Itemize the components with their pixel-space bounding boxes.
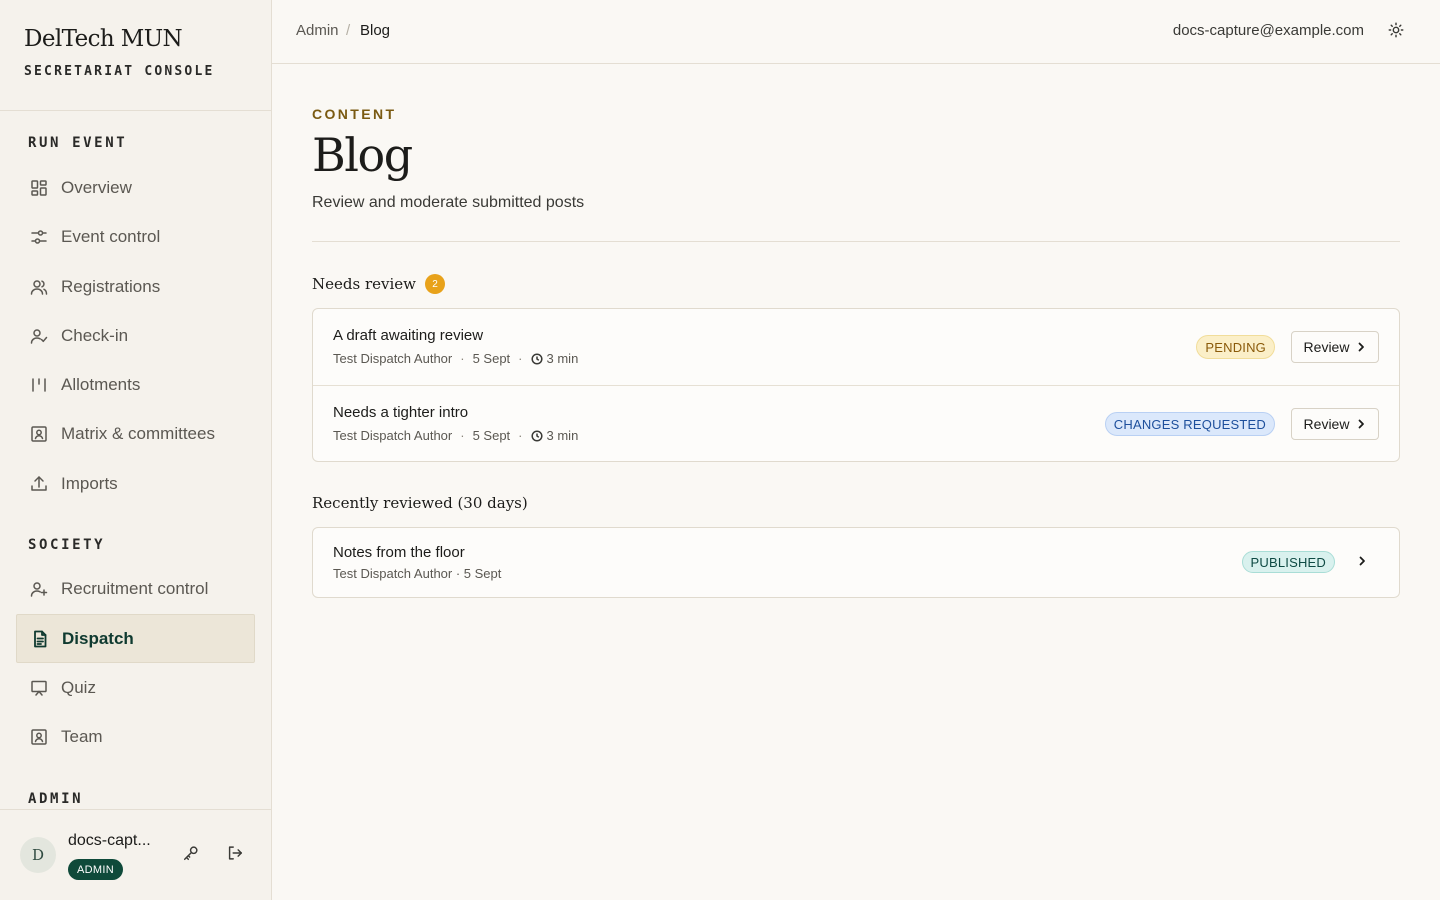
sidebar-item-allotments[interactable]: Allotments	[16, 360, 255, 409]
user-name: docs-capt...	[68, 832, 151, 849]
sidebar-item-overview[interactable]: Overview	[16, 163, 255, 212]
chevron-right-icon	[1356, 342, 1366, 352]
nav-section-run-event: RUN EVENT	[28, 135, 128, 151]
post-author: Test Dispatch Author	[333, 351, 453, 366]
meta-separator: ·	[460, 428, 465, 443]
meta-separator: ·	[518, 351, 523, 366]
post-row[interactable]: Notes from the floor Test Dispatch Autho…	[313, 528, 1399, 597]
brand-subtitle: SECRETARIAT CONSOLE	[24, 64, 215, 79]
brand: DelTech MUN SECRETARIAT CONSOLE	[0, 0, 271, 111]
sidebar-item-label: Check-in	[61, 325, 129, 345]
sidebar-item-event-control[interactable]: Event control	[16, 212, 255, 261]
columns-icon	[29, 375, 49, 395]
sidebar-item-imports[interactable]: Imports	[16, 459, 255, 508]
clock-icon	[530, 429, 543, 442]
id-card-icon	[29, 727, 49, 747]
breadcrumb-separator: /	[346, 22, 351, 39]
status-badge: PENDING	[1196, 335, 1275, 359]
brand-name: DelTech MUN	[24, 26, 183, 52]
sidebar-item-label: Team	[61, 726, 103, 746]
post-author: Test Dispatch Author	[333, 428, 453, 443]
sidebar-item-label: Registrations	[61, 276, 161, 296]
sidebar-item-quiz[interactable]: Quiz	[16, 663, 255, 712]
role-badge: ADMIN	[68, 859, 123, 880]
sidebar-item-label: Dispatch	[62, 628, 134, 648]
breadcrumb-admin-link[interactable]: Admin	[296, 22, 339, 39]
post-meta: Test Dispatch Author · 5 Sept	[333, 566, 502, 581]
meta-separator: ·	[518, 428, 523, 443]
review-button[interactable]: Review	[1291, 408, 1379, 440]
post-row: A draft awaiting review Test Dispatch Au…	[313, 309, 1399, 385]
sidebar-item-label: Event control	[61, 226, 161, 246]
post-title: Notes from the floor	[333, 544, 465, 561]
theme-toggle-button[interactable]	[1384, 20, 1408, 44]
user-plus-icon	[29, 579, 49, 599]
breadcrumb-current: Blog	[360, 22, 391, 39]
sliders-icon	[29, 227, 49, 247]
sidebar-item-label: Recruitment control	[61, 578, 209, 598]
post-read-time: 3 min	[546, 428, 579, 443]
logout-icon	[226, 844, 244, 867]
post-row: Needs a tighter intro Test Dispatch Auth…	[313, 385, 1399, 461]
recently-reviewed-list: Notes from the floor Test Dispatch Autho…	[312, 527, 1400, 598]
key-button[interactable]	[179, 843, 203, 867]
sidebar-item-team[interactable]: Team	[16, 712, 255, 761]
grid-icon	[29, 178, 49, 198]
post-title: A draft awaiting review	[333, 327, 484, 344]
post-date: 5 Sept	[472, 351, 511, 366]
logout-button[interactable]	[223, 843, 247, 867]
post-read-time: 3 min	[546, 351, 579, 366]
upload-icon	[29, 474, 49, 494]
sidebar-item-registrations[interactable]: Registrations	[16, 262, 255, 311]
id-card-icon	[29, 424, 49, 444]
status-badge: PUBLISHED	[1241, 551, 1335, 573]
sidebar-item-matrix-committees[interactable]: Matrix & committees	[16, 409, 255, 458]
page-eyebrow: CONTENT	[312, 106, 397, 122]
avatar: D	[20, 837, 56, 873]
chevron-right-icon	[1356, 419, 1366, 429]
count-badge: 2	[424, 274, 445, 294]
review-button-label: Review	[1303, 339, 1350, 355]
sidebar-item-label: Matrix & committees	[61, 423, 215, 443]
review-button[interactable]: Review	[1291, 331, 1379, 363]
sidebar-item-label: Overview	[61, 177, 132, 197]
post-meta: Test Dispatch Author · 5 Sept · 3 min	[333, 428, 578, 443]
user-check-icon	[29, 326, 49, 346]
sidebar-item-check-in[interactable]: Check-in	[16, 311, 255, 360]
sidebar-item-dispatch[interactable]: Dispatch	[16, 614, 255, 663]
chevron-right-icon[interactable]	[1357, 556, 1369, 568]
sidebar-item-label: Quiz	[61, 677, 96, 697]
sidebar-item-recruitment-control[interactable]: Recruitment control	[16, 564, 255, 613]
sidebar-item-label: Imports	[61, 473, 118, 493]
user-email: docs-capture@example.com	[1172, 22, 1364, 39]
section-title: Needs review	[312, 275, 416, 293]
post-title: Needs a tighter intro	[333, 404, 469, 421]
divider	[312, 241, 1400, 242]
sun-icon	[1387, 21, 1405, 44]
presentation-icon	[29, 678, 49, 698]
page-title: Blog	[312, 128, 413, 182]
sidebar-item-label: Allotments	[61, 374, 141, 394]
document-icon	[30, 629, 50, 649]
key-icon	[182, 844, 200, 867]
clock-icon	[530, 352, 543, 365]
users-icon	[29, 277, 49, 297]
status-badge: CHANGES REQUESTED	[1104, 412, 1275, 436]
nav-section-society: SOCIETY	[28, 537, 106, 553]
needs-review-list: A draft awaiting review Test Dispatch Au…	[312, 308, 1400, 462]
top-bar: Admin / Blog docs-capture@example.com	[272, 0, 1440, 64]
post-date: 5 Sept	[472, 428, 511, 443]
page-subtitle: Review and moderate submitted posts	[312, 194, 585, 211]
needs-review-heading: Needs review 2	[312, 274, 445, 294]
user-panel: D docs-capt... ADMIN	[0, 809, 271, 900]
recently-reviewed-heading: Recently reviewed (30 days)	[312, 494, 528, 512]
sidebar: DelTech MUN SECRETARIAT CONSOLE RUN EVEN…	[0, 0, 272, 900]
nav-section-admin: ADMIN	[28, 791, 84, 807]
review-button-label: Review	[1303, 416, 1350, 432]
post-meta: Test Dispatch Author · 5 Sept · 3 min	[333, 351, 578, 366]
meta-separator: ·	[460, 351, 465, 366]
